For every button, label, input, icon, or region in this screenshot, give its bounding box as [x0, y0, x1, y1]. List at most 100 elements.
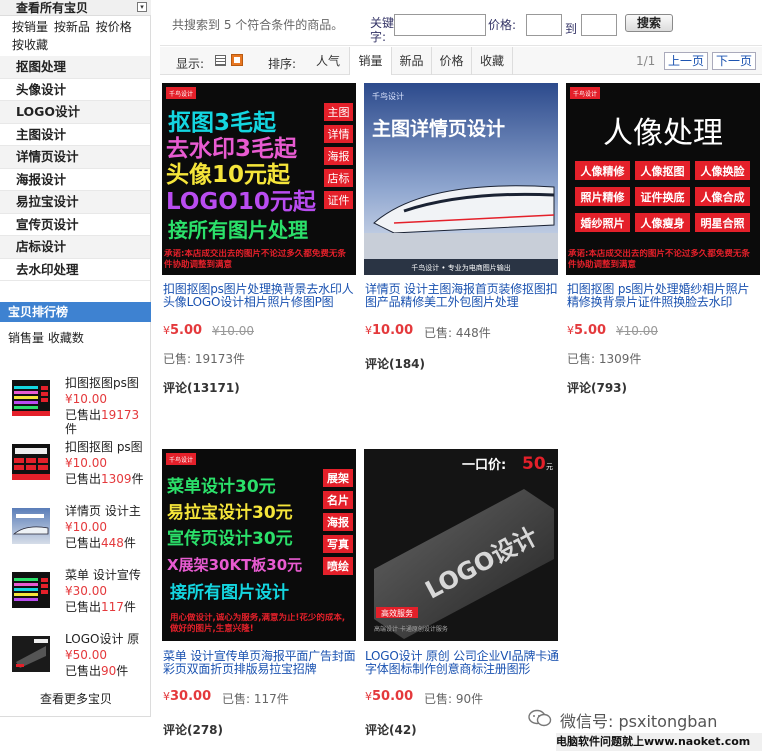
- ranking-item-sold: 已售出1309件: [65, 472, 147, 486]
- ranking-item-title[interactable]: LOGO设计 原: [65, 632, 151, 646]
- ranking-item-title[interactable]: 扣图抠图ps图: [65, 376, 151, 390]
- product-image[interactable]: 千鸟设计 抠图3毛起 去水印3毛起 头像10元起 LOGO10元起 接所有图片处…: [162, 83, 356, 275]
- ranking-item-price: ¥10.00: [65, 456, 107, 470]
- product-card[interactable]: 千鸟设计 主图详情页设计 千鸟设计 • 专业为电商图片输出 详情页 设计主图海报…: [364, 83, 560, 403]
- headline: 人像处理: [603, 116, 723, 151]
- sort-tab-price[interactable]: 价格: [431, 47, 471, 75]
- price-tag-unit: 元: [546, 463, 553, 471]
- ranking-item-title[interactable]: 菜单 设计宣传: [65, 568, 151, 582]
- category-item[interactable]: 主图设计: [0, 124, 151, 146]
- price-max-input[interactable]: [581, 14, 617, 36]
- review-count[interactable]: 评论(42): [365, 721, 417, 738]
- product-image[interactable]: 千鸟设计 主图详情页设计 千鸟设计 • 专业为电商图片输出: [364, 83, 558, 275]
- ranking-thumbnail[interactable]: [12, 380, 50, 416]
- category-item[interactable]: 海报设计: [0, 169, 151, 191]
- prev-page-button[interactable]: 上一页: [664, 52, 708, 70]
- next-page-button[interactable]: 下一页: [712, 52, 756, 70]
- price-min-input[interactable]: [526, 14, 562, 36]
- search-button[interactable]: 搜索: [625, 14, 673, 32]
- category-item[interactable]: 去水印处理: [0, 259, 151, 281]
- ranking-tab-favorites[interactable]: 收藏数: [48, 331, 84, 345]
- review-count[interactable]: 评论(13171): [163, 379, 240, 396]
- category-item[interactable]: 宣传页设计: [0, 214, 151, 236]
- sold-unit: 件: [116, 664, 129, 678]
- sort-link-price[interactable]: 按价格: [96, 20, 132, 34]
- ranking-item[interactable]: 菜单 设计宣传 ¥30.00 已售出117件: [12, 568, 151, 630]
- category-item[interactable]: LOGO设计: [0, 101, 151, 124]
- product-price: ¥5.00: [163, 323, 202, 338]
- badge-text: 千鸟设计: [169, 90, 193, 98]
- ranking-thumbnail[interactable]: [12, 572, 50, 608]
- promo-line: X展架30KT板30元: [167, 556, 302, 574]
- feature-tag: 名片: [327, 493, 349, 507]
- guarantee-text: 承诺:本店成交出去的图片不论过多久都免费无条件协助调整到满意: [568, 249, 750, 270]
- sold-count: 已售: 1309件: [567, 352, 642, 366]
- product-title[interactable]: 菜单 设计宣传单页海报平面广告封面彩页双面折页排版易拉宝招牌: [163, 650, 357, 676]
- ranking-thumbnail[interactable]: [12, 636, 50, 672]
- product-image[interactable]: 一口价: 50 元 LOGO设计 高效服务 高端设计·卡通原创设计服务: [364, 449, 558, 641]
- ranking-item-title[interactable]: 详情页 设计主: [65, 504, 151, 518]
- price-to-label: 到: [565, 22, 578, 36]
- feature-tag: 照片精修: [581, 190, 626, 204]
- category-item[interactable]: 详情页设计: [0, 146, 151, 169]
- sort-link-new[interactable]: 按新品: [54, 20, 90, 34]
- view-more-link[interactable]: 查看更多宝贝: [40, 690, 112, 707]
- feature-tags: 人像精修 人像抠图 人像换脸 照片精修 证件换底 人像合成 婚纱照片 人像瘦身 …: [575, 161, 750, 232]
- original-price: ¥10.00: [616, 324, 658, 338]
- sort-tab-popularity[interactable]: 人气: [308, 47, 348, 75]
- product-price: ¥5.00: [567, 323, 606, 338]
- sold-count: 1309: [101, 472, 132, 486]
- ranking-tabs: 销售量 收藏数: [8, 329, 84, 346]
- original-price: ¥10.00: [212, 324, 254, 338]
- all-items-header[interactable]: 查看所有宝贝 ▾: [0, 0, 151, 16]
- sold-label: 已售出: [65, 664, 102, 678]
- list-view-icon[interactable]: [215, 55, 226, 66]
- sold-count: 19173: [101, 408, 140, 422]
- category-item[interactable]: 抠图处理: [0, 56, 151, 79]
- product-title[interactable]: LOGO设计 原创 公司企业VI品牌卡通字体图标制作创意商标注册图形: [365, 650, 559, 676]
- review-count[interactable]: 评论(278): [163, 721, 223, 738]
- price-value: 50.00: [372, 689, 414, 704]
- ranking-item-price: ¥10.00: [65, 392, 107, 406]
- grid-view-icon[interactable]: [231, 54, 243, 66]
- ranking-item[interactable]: 扣图抠图 ps图 ¥10.00 已售出1309件: [12, 440, 151, 502]
- review-count[interactable]: 评论(793): [567, 379, 627, 396]
- ranking-item-title[interactable]: 扣图抠图 ps图: [65, 440, 151, 454]
- image-footer: 千鸟设计 • 专业为电商图片输出: [411, 263, 511, 272]
- product-image[interactable]: 千鸟设计 菜单设计30元 易拉宝设计30元 宣传页设计30元 X展架30KT板3…: [162, 449, 356, 641]
- keyword-input[interactable]: [394, 14, 486, 36]
- product-card[interactable]: 千鸟设计 人像处理 人像精修 人像抠图 人像换脸 照片精修 证件换底 人像合成 …: [566, 83, 762, 403]
- sort-tab-favorites[interactable]: 收藏: [471, 47, 513, 75]
- ranking-thumbnail[interactable]: [12, 508, 50, 544]
- sort-tab-new[interactable]: 新品: [391, 47, 431, 75]
- ranking-item[interactable]: 扣图抠图ps图 ¥10.00 已售出19173 件: [12, 376, 151, 438]
- sort-link-sales[interactable]: 按销量: [12, 20, 48, 34]
- category-item[interactable]: 头像设计: [0, 79, 151, 101]
- service-badge: 高效服务: [381, 608, 413, 618]
- currency-symbol: ¥: [567, 324, 574, 337]
- ranking-item[interactable]: 详情页 设计主 ¥10.00 已售出448件: [12, 504, 151, 566]
- sold-label: 已售出: [65, 536, 102, 550]
- collapse-icon[interactable]: ▾: [137, 2, 147, 12]
- all-items-label[interactable]: 查看所有宝贝: [16, 1, 88, 15]
- category-item[interactable]: 店标设计: [0, 236, 151, 259]
- product-image[interactable]: 千鸟设计 人像处理 人像精修 人像抠图 人像换脸 照片精修 证件换底 人像合成 …: [566, 83, 760, 275]
- sort-link-favorites[interactable]: 按收藏: [12, 38, 48, 52]
- product-card[interactable]: 一口价: 50 元 LOGO设计 高效服务 高端设计·卡通原创设计服务 LOGO…: [364, 449, 560, 749]
- sidebar-bottom-border: [0, 716, 151, 717]
- product-card[interactable]: 千鸟设计 抠图3毛起 去水印3毛起 头像10元起 LOGO10元起 接所有图片处…: [162, 83, 358, 403]
- product-title[interactable]: 详情页 设计主图海报首页装修抠图扣图产品精修美工外包图片处理: [365, 283, 559, 309]
- review-count[interactable]: 评论(184): [365, 355, 425, 372]
- sold-count: 已售: 117件: [222, 692, 289, 706]
- ranking-tab-sales[interactable]: 销售量: [8, 331, 44, 345]
- currency-symbol: ¥: [163, 324, 170, 337]
- product-title[interactable]: 扣图抠图ps图片处理换背景去水印人头像LOGO设计相片照片修图P图: [163, 283, 357, 309]
- product-card[interactable]: 千鸟设计 菜单设计30元 易拉宝设计30元 宣传页设计30元 X展架30KT板3…: [162, 449, 358, 749]
- ranking-thumbnail[interactable]: [12, 444, 50, 480]
- product-title[interactable]: 扣图抠图 ps图片处理婚纱相片照片精修换背景片证件照换脸去水印: [567, 283, 761, 309]
- ranking-item[interactable]: LOGO设计 原 ¥50.00 已售出90件: [12, 632, 151, 694]
- sold-count: 448: [101, 536, 124, 550]
- headline: 主图详情页设计: [372, 117, 505, 140]
- category-item[interactable]: 易拉宝设计: [0, 191, 151, 214]
- sort-tab-sales[interactable]: 销量: [349, 47, 391, 75]
